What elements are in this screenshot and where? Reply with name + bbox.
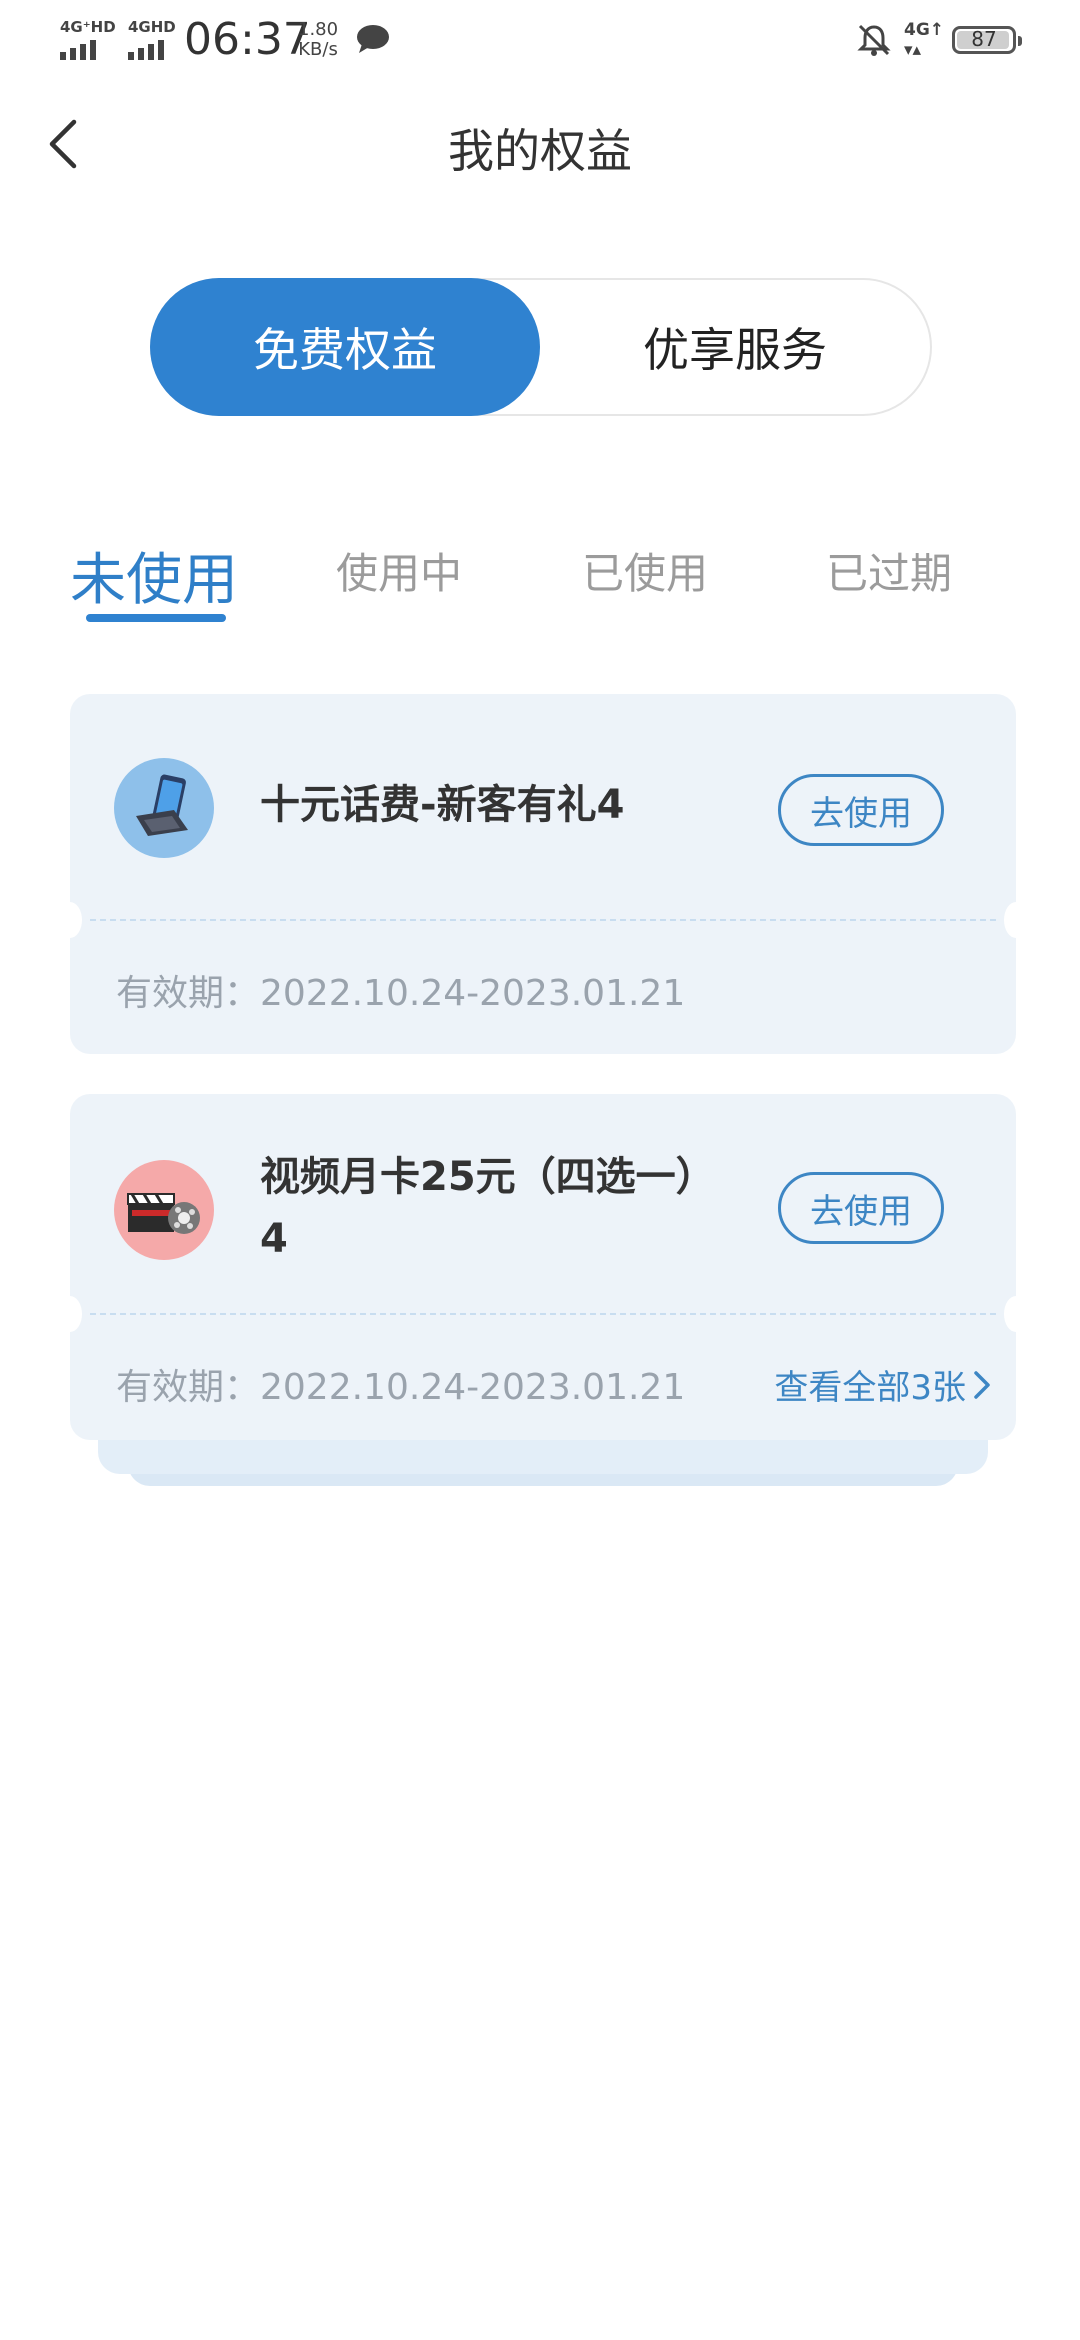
benefit-card[interactable]: 视频月卡25元（四选一） 4 去使用 有效期：2022.10.24-2023.0… bbox=[58, 1094, 1028, 1440]
view-all-link[interactable]: 查看全部3张 bbox=[774, 1360, 992, 1409]
card-title-line1: 视频月卡25元（四选一） bbox=[260, 1154, 716, 1200]
signal-sim1: 4G⁺HD bbox=[60, 18, 116, 60]
sim2-label: 4GHD bbox=[128, 18, 176, 36]
use-button[interactable]: 去使用 bbox=[778, 774, 944, 846]
speed-unit: KB/s bbox=[298, 39, 338, 60]
status-bar: 4G⁺HD 4GHD 06:37 1.80 KB/s 4G↑ ▾▴ 87 bbox=[0, 0, 1080, 80]
card-title-line2: 4 bbox=[260, 1216, 288, 1262]
tab-in-use[interactable]: 使用中 bbox=[336, 540, 462, 601]
benefit-type-switch: 免费权益 优享服务 bbox=[150, 278, 932, 416]
film-clapper-icon bbox=[114, 1160, 214, 1260]
validity-period: 有效期：2022.10.24-2023.01.21 bbox=[116, 1367, 686, 1408]
speed-value: 1.80 bbox=[298, 19, 339, 40]
signal-bars-icon bbox=[128, 40, 176, 60]
phone-icon bbox=[114, 758, 214, 858]
sim1-label: 4G⁺HD bbox=[60, 18, 116, 36]
segment-premium-services[interactable]: 优享服务 bbox=[540, 280, 930, 414]
tab-used[interactable]: 已使用 bbox=[582, 540, 708, 601]
network-label: 4G bbox=[904, 20, 930, 40]
tab-active-indicator bbox=[86, 614, 226, 622]
clock: 06:37 bbox=[184, 14, 311, 65]
network-type: 4G↑ ▾▴ bbox=[904, 20, 945, 60]
page-title: 我的权益 bbox=[448, 124, 632, 178]
battery-icon: 87 bbox=[952, 26, 1022, 54]
signal-sim2: 4GHD bbox=[128, 18, 176, 60]
signal-bars-icon bbox=[60, 40, 116, 60]
tab-unused[interactable]: 未使用 bbox=[70, 535, 238, 616]
card-title: 十元话费-新客有礼4 bbox=[260, 782, 625, 828]
mute-bell-icon bbox=[857, 24, 891, 56]
network-speed: 1.80 KB/s bbox=[298, 20, 338, 60]
card-stack-shadow bbox=[98, 1440, 988, 1474]
chat-bubble-icon bbox=[357, 25, 389, 53]
validity-period: 有效期：2022.10.24-2023.01.21 bbox=[116, 973, 686, 1014]
use-button[interactable]: 去使用 bbox=[778, 1172, 944, 1244]
battery-level: 87 bbox=[971, 27, 997, 51]
chevron-right-icon bbox=[974, 1370, 990, 1399]
tab-expired[interactable]: 已过期 bbox=[826, 540, 952, 601]
segment-free-benefits[interactable]: 免费权益 bbox=[150, 278, 540, 416]
view-all-label: 查看全部3张 bbox=[774, 1368, 966, 1408]
benefit-card[interactable]: 十元话费-新客有礼4 去使用 有效期：2022.10.24-2023.01.21 bbox=[58, 694, 1028, 1054]
card-title: 视频月卡25元（四选一） 4 bbox=[260, 1146, 716, 1270]
